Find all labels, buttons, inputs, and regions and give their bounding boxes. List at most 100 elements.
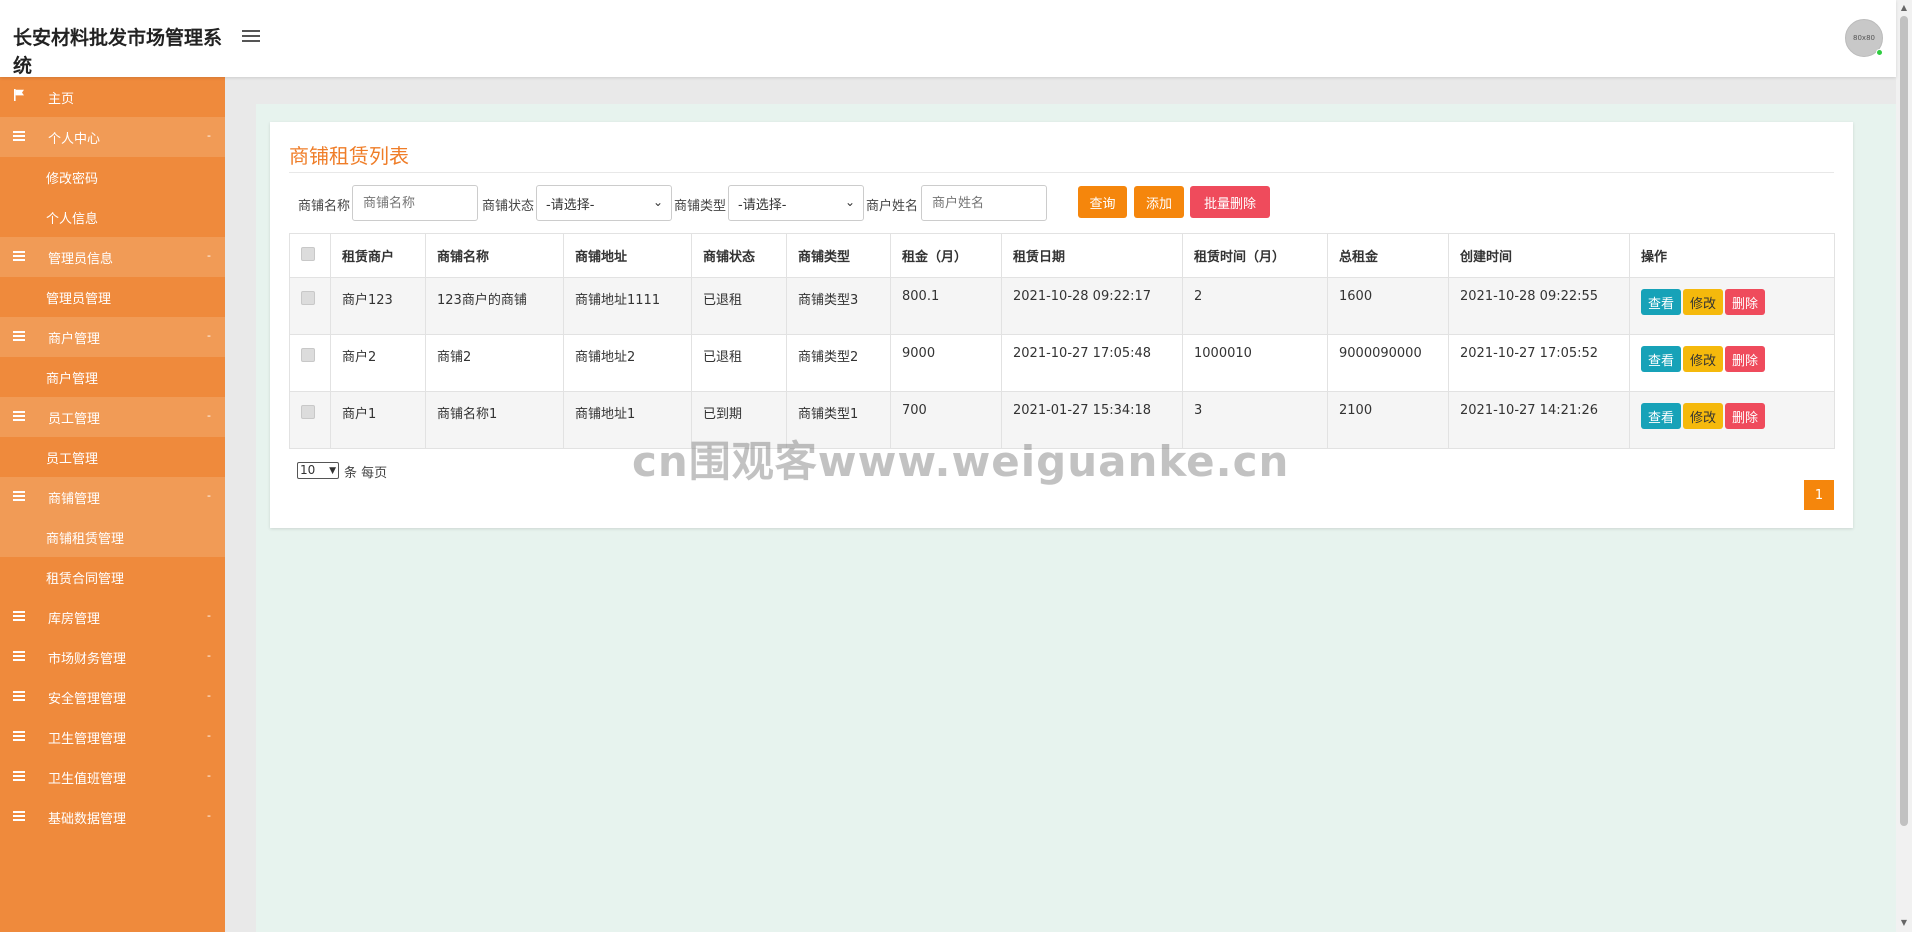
table-cell: 商户1 bbox=[330, 391, 426, 449]
page-scrollbar[interactable]: ▲ ▼ bbox=[1896, 0, 1912, 932]
column-header[interactable]: 商铺类型 bbox=[786, 233, 891, 278]
table-cell: 123商户的商铺 bbox=[425, 277, 564, 335]
table-cell: 商铺地址2 bbox=[563, 334, 692, 392]
sidebar-group-admin-info[interactable]: 管理员信息 - bbox=[0, 237, 225, 277]
sidebar-item-shop-lease-management[interactable]: 商铺租赁管理 bbox=[0, 517, 225, 557]
sidebar-item-label: 商户管理 bbox=[46, 371, 99, 387]
page-size-select[interactable]: 10 ▼ bbox=[297, 462, 339, 479]
sidebar-group-warehouse[interactable]: 库房管理 - bbox=[0, 597, 225, 637]
sidebar-group-label: 卫生值班管理 bbox=[48, 771, 127, 787]
sidebar-group-shop[interactable]: 商铺管理 - bbox=[0, 477, 225, 517]
flag-icon bbox=[14, 89, 24, 101]
table-cell: 1600 bbox=[1327, 277, 1449, 335]
page-button-current[interactable]: 1 bbox=[1804, 480, 1834, 510]
table-cell: 2021-10-28 09:22:17 bbox=[1001, 277, 1183, 335]
sidebar-group-safety[interactable]: 安全管理管理 - bbox=[0, 677, 225, 717]
app-title: 长安材料批发市场管理系统 bbox=[13, 27, 223, 77]
sidebar-group-base-data[interactable]: 基础数据管理 - bbox=[0, 797, 225, 837]
title-divider bbox=[289, 172, 1834, 173]
expand-icon: - bbox=[207, 729, 211, 742]
sidebar-group-label: 市场财务管理 bbox=[48, 651, 127, 667]
actions-cell: 查看 修改 删除 bbox=[1629, 334, 1835, 392]
delete-button[interactable]: 删除 bbox=[1725, 403, 1766, 429]
chevron-down-icon: ▼ bbox=[329, 466, 336, 476]
column-header[interactable]: 商铺地址 bbox=[563, 233, 692, 278]
add-button[interactable]: 添加 bbox=[1134, 186, 1184, 218]
shop-name-input[interactable] bbox=[352, 185, 478, 221]
sidebar-group-label: 商铺管理 bbox=[48, 491, 101, 507]
row-checkbox[interactable] bbox=[301, 405, 315, 419]
delete-button[interactable]: 删除 bbox=[1725, 346, 1766, 372]
column-header[interactable]: 租金（月） bbox=[890, 233, 1002, 278]
column-header[interactable]: 商铺名称 bbox=[425, 233, 564, 278]
select-all-checkbox[interactable] bbox=[301, 247, 315, 261]
column-header[interactable]: 总租金 bbox=[1327, 233, 1449, 278]
sidebar-item-staff-management[interactable]: 员工管理 bbox=[0, 437, 225, 477]
sidebar-item-label: 商铺租赁管理 bbox=[46, 531, 125, 547]
sidebar-group-market-finance[interactable]: 市场财务管理 - bbox=[0, 637, 225, 677]
expand-icon: - bbox=[207, 649, 211, 662]
sidebar-item-home[interactable]: 主页 bbox=[0, 77, 225, 117]
table-cell: 已退租 bbox=[691, 334, 787, 392]
sidebar-item-label: 主页 bbox=[48, 91, 75, 107]
shop-status-selected: -请选择- bbox=[546, 197, 595, 213]
table-cell: 商户123 bbox=[330, 277, 426, 335]
expand-icon: - bbox=[207, 609, 211, 622]
scroll-up-arrow-icon[interactable]: ▲ bbox=[1899, 3, 1909, 12]
view-button[interactable]: 查看 bbox=[1641, 346, 1682, 372]
row-select-cell bbox=[289, 277, 331, 335]
merchant-name-input[interactable] bbox=[921, 185, 1047, 221]
edit-button[interactable]: 修改 bbox=[1683, 346, 1724, 372]
scroll-down-arrow-icon[interactable]: ▼ bbox=[1899, 918, 1909, 927]
sidebar-item-personal-info[interactable]: 个人信息 bbox=[0, 197, 225, 237]
view-button[interactable]: 查看 bbox=[1641, 289, 1682, 315]
avatar[interactable]: 80x80 bbox=[1845, 19, 1883, 57]
table-cell: 2 bbox=[1182, 277, 1328, 335]
sidebar-item-merchant-management[interactable]: 商户管理 bbox=[0, 357, 225, 397]
menu-toggle-icon[interactable] bbox=[242, 30, 260, 44]
row-checkbox[interactable] bbox=[301, 348, 315, 362]
table-cell: 9000090000 bbox=[1327, 334, 1449, 392]
sidebar-group-personal-center[interactable]: 个人中心 - bbox=[0, 117, 225, 157]
row-select-cell bbox=[289, 334, 331, 392]
search-button[interactable]: 查询 bbox=[1078, 186, 1127, 218]
list-icon bbox=[13, 771, 25, 782]
column-header[interactable]: 租赁商户 bbox=[330, 233, 426, 278]
table-cell: 商铺名称1 bbox=[425, 391, 564, 449]
batch-delete-button[interactable]: 批量删除 bbox=[1190, 186, 1270, 218]
table-header-row: 租赁商户 商铺名称 商铺地址 商铺状态 商铺类型 租金（月） 租赁日期 租赁时间… bbox=[289, 233, 1835, 278]
sidebar-item-label: 修改密码 bbox=[46, 171, 99, 187]
column-header[interactable]: 租赁时间（月） bbox=[1182, 233, 1328, 278]
list-icon bbox=[13, 131, 25, 142]
table-cell: 800.1 bbox=[890, 277, 1002, 335]
list-icon bbox=[13, 731, 25, 742]
sidebar-group-sanitation-duty[interactable]: 卫生值班管理 - bbox=[0, 757, 225, 797]
table-cell: 2021-10-27 17:05:48 bbox=[1001, 334, 1183, 392]
list-icon bbox=[13, 251, 25, 262]
table-cell: 2021-10-27 14:21:26 bbox=[1448, 391, 1630, 449]
list-icon bbox=[13, 811, 25, 822]
row-checkbox[interactable] bbox=[301, 291, 315, 305]
delete-button[interactable]: 删除 bbox=[1725, 289, 1766, 315]
sidebar-item-change-password[interactable]: 修改密码 bbox=[0, 157, 225, 197]
shop-status-select[interactable]: -请选择- ⌄ bbox=[536, 185, 672, 221]
per-page-label: 条 每页 bbox=[344, 466, 388, 481]
scroll-thumb[interactable] bbox=[1900, 16, 1908, 826]
sidebar-group-sanitation[interactable]: 卫生管理管理 - bbox=[0, 717, 225, 757]
table-cell: 1000010 bbox=[1182, 334, 1328, 392]
column-header[interactable]: 创建时间 bbox=[1448, 233, 1630, 278]
sidebar-item-lease-contract-management[interactable]: 租赁合同管理 bbox=[0, 557, 225, 597]
shop-name-label: 商铺名称 bbox=[298, 199, 351, 214]
sidebar-item-admin-management[interactable]: 管理员管理 bbox=[0, 277, 225, 317]
sidebar-group-merchant[interactable]: 商户管理 - bbox=[0, 317, 225, 357]
sidebar-group-label: 商户管理 bbox=[48, 331, 101, 347]
sidebar-item-label: 管理员管理 bbox=[46, 291, 112, 307]
top-header: 长安材料批发市场管理系统 80x80 bbox=[0, 0, 1896, 77]
shop-type-select[interactable]: -请选择- ⌄ bbox=[728, 185, 864, 221]
column-header[interactable]: 商铺状态 bbox=[691, 233, 787, 278]
edit-button[interactable]: 修改 bbox=[1683, 289, 1724, 315]
column-header[interactable]: 租赁日期 bbox=[1001, 233, 1183, 278]
sidebar-group-staff[interactable]: 员工管理 - bbox=[0, 397, 225, 437]
view-button[interactable]: 查看 bbox=[1641, 403, 1682, 429]
edit-button[interactable]: 修改 bbox=[1683, 403, 1724, 429]
